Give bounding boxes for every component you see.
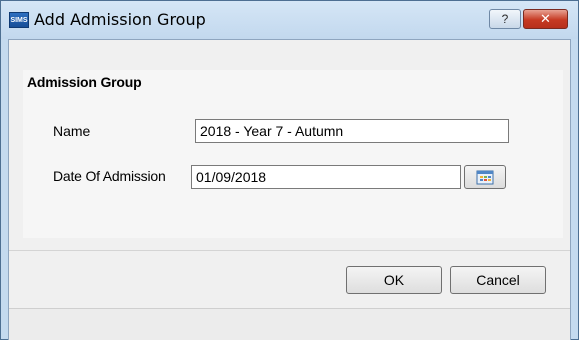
date-of-admission-label: Date Of Admission bbox=[53, 168, 166, 184]
footer-bar bbox=[9, 308, 570, 340]
calendar-button[interactable] bbox=[464, 165, 506, 189]
date-of-admission-input[interactable] bbox=[191, 165, 461, 189]
help-button[interactable]: ? bbox=[489, 9, 521, 29]
cancel-button[interactable]: Cancel bbox=[450, 266, 546, 294]
content-area: Admission Group Name Date Of Admission bbox=[9, 40, 570, 250]
dialog-window: SIMS Add Admission Group ? ✕ Admission G… bbox=[0, 0, 579, 340]
admission-group-panel bbox=[23, 70, 563, 238]
window-title: Add Admission Group bbox=[34, 10, 206, 29]
group-title: Admission Group bbox=[27, 74, 142, 90]
dialog-client-area: Admission Group Name Date Of Admission bbox=[8, 39, 571, 340]
close-button[interactable]: ✕ bbox=[523, 9, 568, 29]
ok-button[interactable]: OK bbox=[346, 266, 442, 294]
separator bbox=[9, 250, 570, 251]
calendar-icon bbox=[476, 170, 494, 185]
sims-app-icon: SIMS bbox=[9, 12, 29, 28]
name-label: Name bbox=[53, 123, 91, 139]
title-bar[interactable]: SIMS Add Admission Group ? ✕ bbox=[1, 1, 578, 39]
name-input[interactable] bbox=[195, 119, 509, 143]
